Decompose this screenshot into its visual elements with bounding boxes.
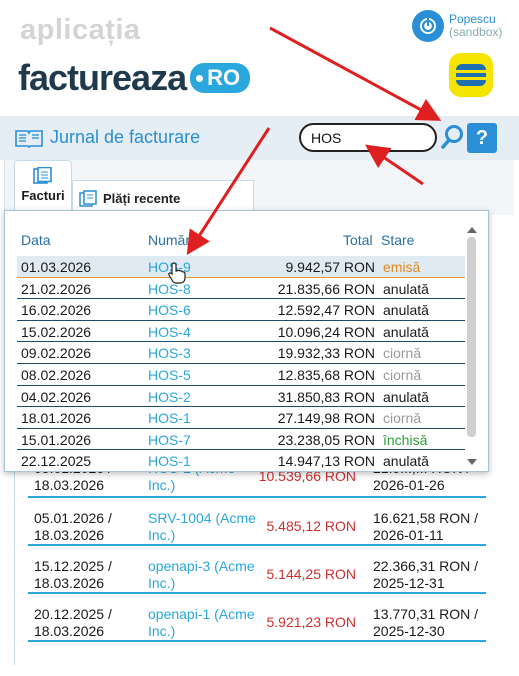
result-date: 01.03.2026 <box>21 259 92 275</box>
result-status: anulată <box>383 280 429 297</box>
result-status: anulată <box>383 302 429 319</box>
table-row[interactable]: 20.12.2025 /18.03.2026 openapi-1 (Acme In… <box>28 594 486 642</box>
result-total: 9.942,57 RON <box>285 259 376 275</box>
search-result-row[interactable]: 15.02.2026 HOS-4 10.096,24 RON anulată <box>17 321 465 343</box>
tab-plati-label: Plăți recente <box>103 190 181 206</box>
result-status: anulată <box>383 453 429 470</box>
result-total: 12.592,47 RON <box>277 302 375 319</box>
result-number[interactable]: HOS-1 <box>148 410 191 426</box>
invoices-icon <box>15 166 71 188</box>
logo-text: factureaza <box>18 57 187 98</box>
result-date: 15.01.2026 <box>21 431 92 448</box>
col-header-stare: Stare <box>381 232 415 248</box>
journal-toolbar: Jurnal de facturare ? <box>0 116 519 160</box>
result-total: 23.238,05 RON <box>277 431 375 448</box>
app-small-title: aplicația <box>20 14 141 46</box>
search-result-row[interactable]: 01.03.2026 HOS-9 9.942,57 RON emisă <box>17 256 465 278</box>
payments-icon <box>79 189 97 207</box>
search-result-row[interactable]: 08.02.2026 HOS-5 12.835,68 RON ciornă <box>17 364 465 386</box>
search-button[interactable] <box>441 124 465 150</box>
col-header-numar: Număr <box>148 232 191 248</box>
result-date: 22.12.2025 <box>21 453 92 470</box>
scroll-up-arrow[interactable] <box>467 227 477 233</box>
search-result-row[interactable]: 16.02.2026 HOS-6 12.592,47 RON anulată <box>17 299 465 321</box>
result-total: 14.947,13 RON <box>277 453 375 470</box>
help-button[interactable]: ? <box>467 123 497 153</box>
invoices-table: 05.01.2026 /18.03.2026 HOS-1 (AcmeInc.) … <box>28 448 486 642</box>
col-header-total: Total <box>343 232 373 248</box>
result-total: 19.932,33 RON <box>277 345 375 362</box>
search-result-row[interactable]: 15.01.2026 HOS-7 23.238,05 RON închisă <box>17 429 465 451</box>
result-number[interactable]: HOS-4 <box>148 324 191 340</box>
scroll-down-arrow[interactable] <box>467 459 477 465</box>
hamburger-menu-button[interactable] <box>449 53 493 97</box>
search-results-dropdown[interactable]: Data Număr Total Stare 01.03.2026 HOS-9 9.… <box>4 210 489 472</box>
search-result-row[interactable]: 21.02.2026 HOS-8 21.835,66 RON anulată <box>17 278 465 300</box>
result-number[interactable]: HOS-1 <box>148 453 191 469</box>
search-result-row[interactable]: 18.01.2026 HOS-1 27.149,98 RON ciornă <box>17 407 465 429</box>
result-status: ciornă <box>383 366 422 383</box>
hamburger-icon <box>456 64 486 86</box>
result-number[interactable]: HOS-3 <box>148 345 191 361</box>
result-status: emisă <box>383 259 421 275</box>
search-input[interactable] <box>299 123 437 152</box>
result-number[interactable]: HOS-2 <box>148 389 191 405</box>
result-status: anulată <box>383 388 429 405</box>
table-row[interactable]: 15.12.2025 /18.03.2026 openapi-3 (Acme In… <box>28 546 486 594</box>
result-date: 04.02.2026 <box>21 388 92 405</box>
dropdown-scrollbar[interactable] <box>467 237 476 437</box>
user-menu[interactable]: Popescu (sandbox) <box>412 10 502 42</box>
result-total: 10.096,24 RON <box>277 323 375 340</box>
user-env: (sandbox) <box>449 25 503 39</box>
brand-logo[interactable]: factureaza RO <box>18 57 251 99</box>
table-row[interactable]: 05.01.2026 /18.03.2026 SRV-1004 (Acme Inc… <box>28 498 486 546</box>
page-title: Jurnal de facturare <box>14 127 200 148</box>
result-status: anulată <box>383 323 429 340</box>
result-date: 15.02.2026 <box>21 323 92 340</box>
col-header-data: Data <box>21 232 51 248</box>
result-number[interactable]: HOS-6 <box>148 302 191 318</box>
result-total: 21.835,66 RON <box>277 280 375 297</box>
dropdown-header: Data Număr Total Stare <box>5 211 488 255</box>
result-number[interactable]: HOS-5 <box>148 367 191 383</box>
result-date: 09.02.2026 <box>21 345 92 362</box>
result-date: 21.02.2026 <box>21 280 92 297</box>
result-date: 18.01.2026 <box>21 410 92 427</box>
page-title-text: Jurnal de facturare <box>50 127 201 147</box>
result-total: 31.850,83 RON <box>277 388 375 405</box>
result-date: 16.02.2026 <box>21 302 92 319</box>
search-icon <box>441 125 463 149</box>
result-status: închisă <box>383 431 428 448</box>
result-total: 12.835,68 RON <box>277 366 375 383</box>
journal-icon <box>15 129 43 148</box>
search-result-row[interactable]: 09.02.2026 HOS-3 19.932,33 RON ciornă <box>17 342 465 364</box>
search-result-row[interactable]: 04.02.2026 HOS-2 31.850,83 RON anulată <box>17 386 465 408</box>
result-number[interactable]: HOS-7 <box>148 432 191 448</box>
result-status: ciornă <box>383 410 422 427</box>
result-status: ciornă <box>383 345 422 362</box>
result-date: 08.02.2026 <box>21 366 92 383</box>
search-result-row[interactable]: 22.12.2025 HOS-1 14.947,13 RON anulată <box>17 450 465 471</box>
result-total: 27.149,98 RON <box>277 410 375 427</box>
tab-facturi-label: Facturi <box>21 188 65 203</box>
dropdown-rows: 01.03.2026 HOS-9 9.942,57 RON emisă 21.02.20… <box>17 256 465 471</box>
power-icon[interactable] <box>412 10 444 42</box>
hand-cursor-icon <box>168 262 186 288</box>
tab-facturi[interactable]: Facturi <box>14 160 72 215</box>
logo-ro-badge: RO <box>190 63 251 93</box>
